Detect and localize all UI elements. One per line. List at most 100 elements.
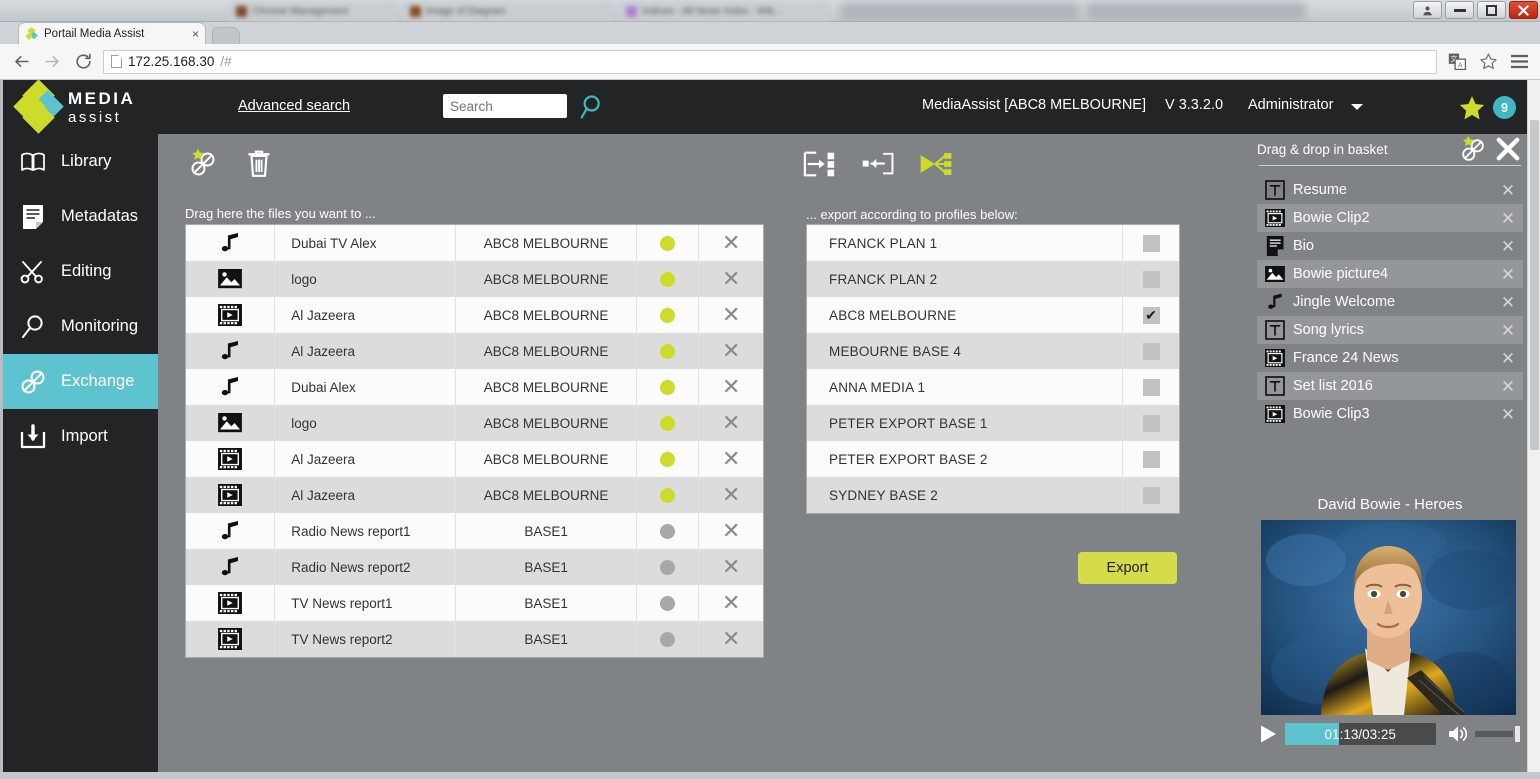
profile-checkbox[interactable] xyxy=(1122,477,1179,513)
background-tab[interactable]: Chrome Management xyxy=(228,1,398,21)
list-item[interactable]: Bio ✕ xyxy=(1257,232,1523,260)
table-row[interactable]: Al Jazeera ABC8 MELBOURNE ✕ xyxy=(186,333,763,369)
scrollbar-thumb[interactable] xyxy=(1530,120,1539,450)
remove-item-icon[interactable]: ✕ xyxy=(1493,210,1523,227)
background-tab[interactable]: Indices - All News Index - Wik... xyxy=(618,1,830,21)
export-button[interactable]: Export xyxy=(1078,552,1177,584)
remove-file-icon[interactable]: ✕ xyxy=(699,261,763,297)
close-icon[interactable] xyxy=(1495,136,1523,164)
remove-file-icon[interactable]: ✕ xyxy=(699,369,763,405)
background-tab[interactable]: Image of Diagram xyxy=(402,1,614,21)
profile-row[interactable]: ABC8 MELBOURNE xyxy=(807,297,1179,333)
play-icon[interactable] xyxy=(1257,723,1279,745)
profile-row[interactable]: MEBOURNE BASE 4 xyxy=(807,333,1179,369)
remove-file-icon[interactable]: ✕ xyxy=(699,513,763,549)
profile-row[interactable]: PETER EXPORT BASE 2 xyxy=(807,441,1179,477)
page-scrollbar[interactable] xyxy=(1527,80,1540,772)
remove-item-icon[interactable]: ✕ xyxy=(1493,378,1523,395)
remove-file-icon[interactable]: ✕ xyxy=(699,585,763,621)
profile-checkbox[interactable] xyxy=(1122,369,1179,405)
table-row[interactable]: TV News report2 BASE1 ✕ xyxy=(186,621,763,657)
table-row[interactable]: Dubai Alex ABC8 MELBOURNE ✕ xyxy=(186,369,763,405)
back-arrow-icon[interactable] xyxy=(10,51,32,73)
advanced-search-link[interactable]: Advanced search xyxy=(238,98,350,114)
table-row[interactable]: Dubai TV Alex ABC8 MELBOURNE ✕ xyxy=(186,225,763,261)
remove-file-icon[interactable]: ✕ xyxy=(699,405,763,441)
table-row[interactable]: Al Jazeera ABC8 MELBOURNE ✕ xyxy=(186,297,763,333)
profile-checkbox[interactable] xyxy=(1122,225,1179,261)
table-row[interactable]: Al Jazeera ABC8 MELBOURNE ✕ xyxy=(186,477,763,513)
link-star-icon[interactable] xyxy=(186,147,220,181)
list-item[interactable]: France 24 News ✕ xyxy=(1257,344,1523,372)
table-row[interactable]: TV News report1 BASE1 ✕ xyxy=(186,585,763,621)
list-item[interactable]: Set list 2016 ✕ xyxy=(1257,372,1523,400)
chevron-down-icon[interactable] xyxy=(1351,104,1363,110)
maximize-button[interactable] xyxy=(1477,1,1506,19)
table-row[interactable]: logo ABC8 MELBOURNE ✕ xyxy=(186,261,763,297)
table-row[interactable]: logo ABC8 MELBOURNE ✕ xyxy=(186,405,763,441)
remove-file-icon[interactable]: ✕ xyxy=(699,549,763,585)
table-row[interactable]: Radio News report2 BASE1 ✕ xyxy=(186,549,763,585)
profile-row[interactable]: PETER EXPORT BASE 1 xyxy=(807,405,1179,441)
profile-row[interactable]: SYDNEY BASE 2 xyxy=(807,477,1179,513)
table-row[interactable]: Al Jazeera ABC8 MELBOURNE ✕ xyxy=(186,441,763,477)
hamburger-menu-icon[interactable] xyxy=(1508,51,1530,73)
user-menu[interactable]: Administrator xyxy=(1248,97,1333,113)
link-star-icon[interactable] xyxy=(1458,135,1488,165)
volume-thumb[interactable] xyxy=(1515,726,1521,742)
remove-file-icon[interactable]: ✕ xyxy=(699,621,763,657)
list-item[interactable]: Resume ✕ xyxy=(1257,176,1523,204)
sidebar-item-editing[interactable]: Editing xyxy=(3,244,158,299)
speaker-icon[interactable] xyxy=(1446,723,1470,745)
profile-checkbox[interactable] xyxy=(1122,333,1179,369)
user-account-button[interactable] xyxy=(1413,1,1442,19)
sidebar-item-exchange[interactable]: Exchange xyxy=(3,354,158,409)
profile-row[interactable]: FRANCK PLAN 2 xyxy=(807,261,1179,297)
forward-arrow-icon[interactable] xyxy=(41,51,63,73)
sidebar-item-metadatas[interactable]: Metadatas xyxy=(3,189,158,244)
remove-item-icon[interactable]: ✕ xyxy=(1493,266,1523,283)
profile-checkbox[interactable] xyxy=(1122,261,1179,297)
remove-item-icon[interactable]: ✕ xyxy=(1493,182,1523,199)
profile-checkbox[interactable] xyxy=(1122,405,1179,441)
table-row[interactable]: Radio News report1 BASE1 ✕ xyxy=(186,513,763,549)
remove-item-icon[interactable]: ✕ xyxy=(1493,322,1523,339)
search-input[interactable] xyxy=(443,94,567,118)
close-window-button[interactable] xyxy=(1509,1,1538,19)
remove-item-icon[interactable]: ✕ xyxy=(1493,238,1523,255)
remove-file-icon[interactable]: ✕ xyxy=(699,333,763,369)
remove-item-icon[interactable]: ✕ xyxy=(1493,294,1523,311)
translate-icon[interactable]: 文A xyxy=(1446,51,1468,73)
export-to-list-icon[interactable] xyxy=(803,147,837,181)
progress-bar[interactable]: 01:13/03:25 xyxy=(1284,723,1436,745)
notification-badge[interactable]: 9 xyxy=(1493,96,1516,119)
list-item[interactable]: Bowie Clip3 ✕ xyxy=(1257,400,1523,428)
star-outline-icon[interactable] xyxy=(1477,51,1499,73)
minimize-button[interactable] xyxy=(1445,1,1474,19)
active-browser-tab[interactable]: Portail Media Assist × xyxy=(18,22,206,44)
remove-file-icon[interactable]: ✕ xyxy=(699,477,763,513)
import-into-box-icon[interactable] xyxy=(861,147,895,181)
distribute-fanout-icon[interactable] xyxy=(919,147,953,181)
close-tab-icon[interactable]: × xyxy=(192,27,199,41)
remove-item-icon[interactable]: ✕ xyxy=(1493,406,1523,423)
remove-item-icon[interactable]: ✕ xyxy=(1493,350,1523,367)
trash-icon[interactable] xyxy=(242,147,276,181)
profile-checkbox[interactable] xyxy=(1122,441,1179,477)
sidebar-item-monitoring[interactable]: Monitoring xyxy=(3,299,158,354)
remove-file-icon[interactable]: ✕ xyxy=(699,441,763,477)
remove-file-icon[interactable]: ✕ xyxy=(699,225,763,261)
star-icon[interactable] xyxy=(1458,94,1486,122)
list-item[interactable]: Bowie Clip2 ✕ xyxy=(1257,204,1523,232)
remove-file-icon[interactable]: ✕ xyxy=(699,297,763,333)
new-tab-button[interactable] xyxy=(212,27,240,44)
list-item[interactable]: Bowie picture4 ✕ xyxy=(1257,260,1523,288)
sidebar-item-library[interactable]: Library xyxy=(3,134,158,189)
list-item[interactable]: Song lyrics ✕ xyxy=(1257,316,1523,344)
search-icon[interactable] xyxy=(580,93,608,121)
volume-slider[interactable] xyxy=(1475,725,1523,743)
profile-row[interactable]: FRANCK PLAN 1 xyxy=(807,225,1179,261)
url-input[interactable]: 172.25.168.30 /# xyxy=(103,49,1437,74)
profile-checkbox[interactable] xyxy=(1122,297,1179,333)
sidebar-item-import[interactable]: Import xyxy=(3,409,158,464)
